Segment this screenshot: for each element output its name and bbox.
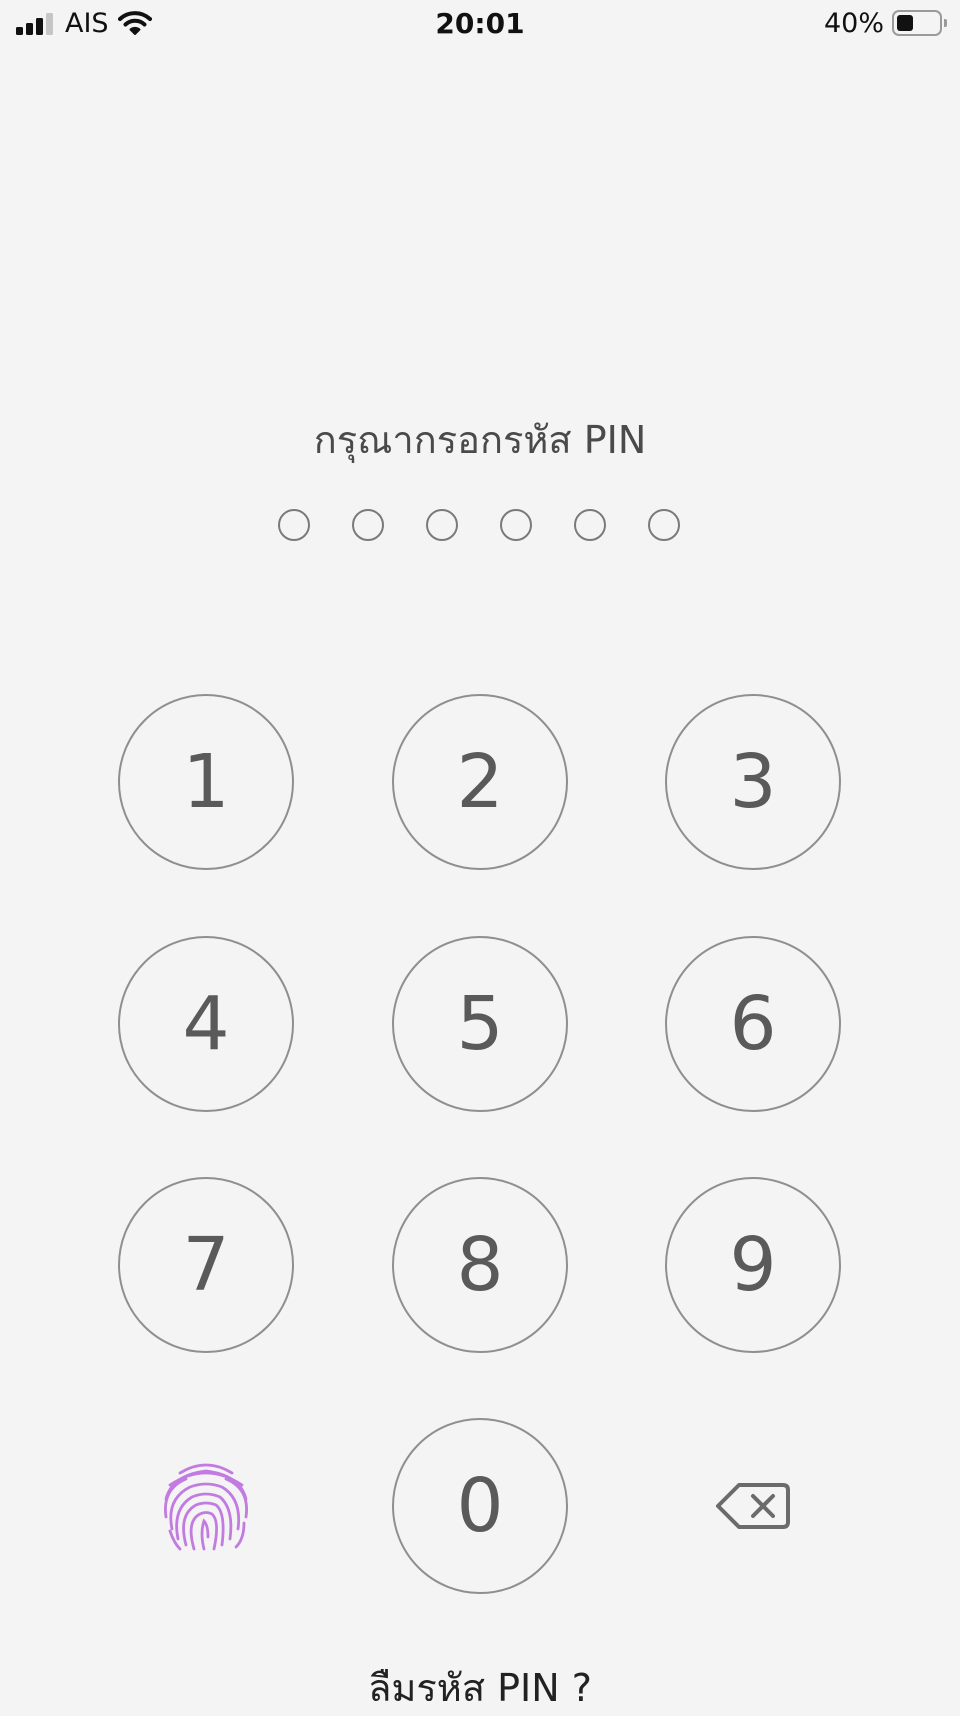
key-2[interactable]: 2 <box>392 694 568 870</box>
forgot-pin-link[interactable]: ลืมรหัส PIN ? <box>0 1660 960 1716</box>
key-8[interactable]: 8 <box>392 1177 568 1353</box>
pin-dot <box>352 509 384 541</box>
fingerprint-button[interactable] <box>118 1418 294 1594</box>
key-4[interactable]: 4 <box>118 936 294 1112</box>
pin-dot <box>426 509 458 541</box>
key-1[interactable]: 1 <box>118 694 294 870</box>
delete-button[interactable] <box>665 1418 841 1594</box>
fingerprint-icon <box>164 1463 248 1551</box>
key-7[interactable]: 7 <box>118 1177 294 1353</box>
pin-dot <box>648 509 680 541</box>
key-5[interactable]: 5 <box>392 936 568 1112</box>
pin-prompt: กรุณากรอกรหัส PIN <box>313 418 647 462</box>
backspace-icon <box>716 1483 790 1529</box>
pin-dot <box>574 509 606 541</box>
key-3[interactable]: 3 <box>665 694 841 870</box>
pin-indicator <box>278 509 682 541</box>
status-bar: AIS 20:01 40% <box>0 0 960 50</box>
clock: 20:01 <box>435 7 525 40</box>
key-6[interactable]: 6 <box>665 936 841 1112</box>
pin-dot <box>278 509 310 541</box>
battery-icon <box>892 10 947 36</box>
pin-dot <box>500 509 532 541</box>
battery-percentage: 40% <box>823 8 884 39</box>
key-9[interactable]: 9 <box>665 1177 841 1353</box>
key-0[interactable]: 0 <box>392 1418 568 1594</box>
